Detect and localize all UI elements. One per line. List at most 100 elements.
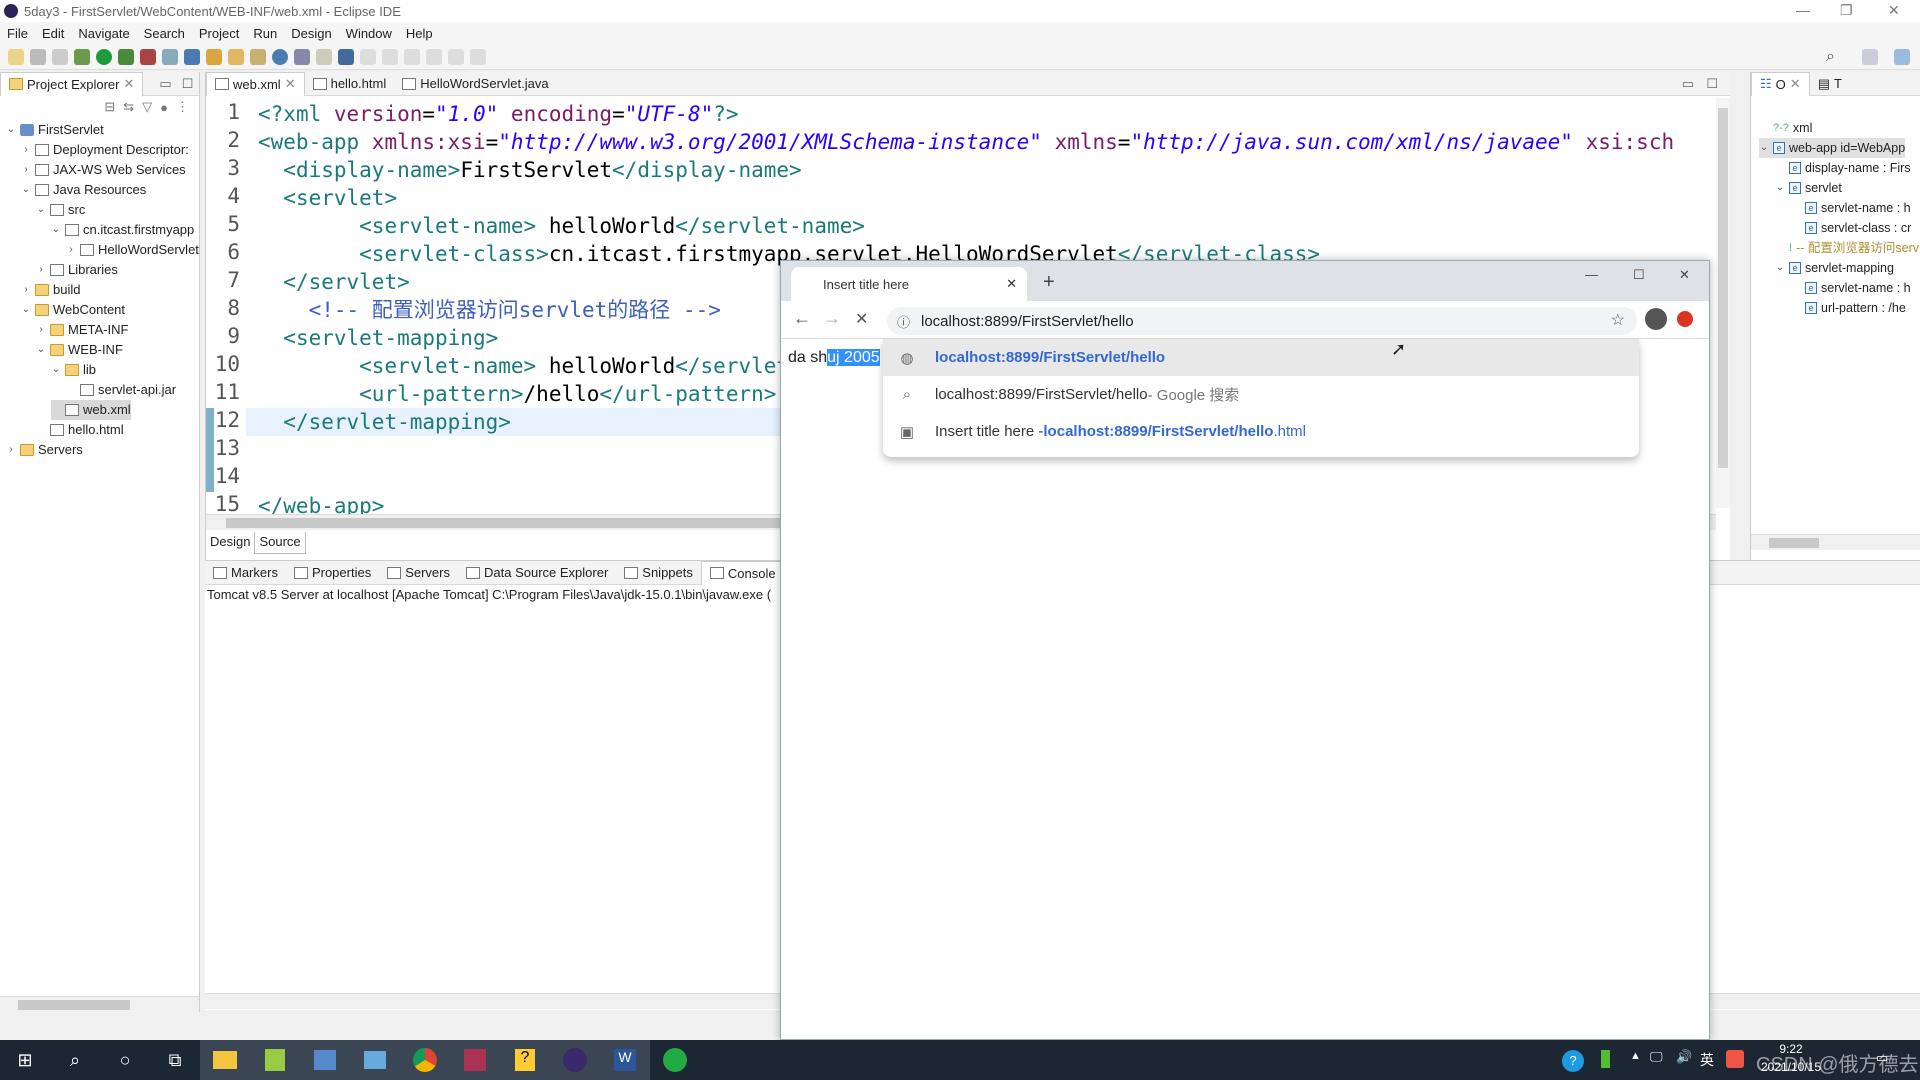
code-line[interactable]: <display-name>FirstServlet</display-name…	[258, 156, 801, 184]
link-editor-icon[interactable]: ⇆	[123, 99, 134, 115]
suggestion-item[interactable]: ▣ Insert title here - localhost:8899/Fir…	[883, 413, 1639, 450]
menu-edit[interactable]: Edit	[35, 26, 71, 41]
menu-file[interactable]: File	[0, 26, 35, 41]
notifications-icon[interactable]: ▭	[1876, 1050, 1888, 1066]
tab-data-source-explorer[interactable]: Data Source Explorer	[458, 561, 616, 585]
chevron-right-icon[interactable]: ›	[36, 320, 46, 340]
forward-button[interactable]: →	[823, 308, 841, 329]
file-explorer-icon[interactable]	[200, 1040, 250, 1080]
tree-item[interactable]: › HelloWordServlet	[66, 240, 199, 260]
chevron-right-icon[interactable]: ›	[21, 140, 31, 160]
new-java-icon[interactable]	[184, 48, 200, 65]
chevron-right-icon[interactable]: ›	[66, 240, 76, 260]
close-tab-icon[interactable]: ✕	[285, 76, 296, 92]
chrome-icon[interactable]	[400, 1040, 450, 1080]
outline-item[interactable]: ?-? xml	[1759, 118, 1812, 138]
chevron-right-icon[interactable]: ›	[36, 260, 46, 280]
tree-item[interactable]: ⌄ Java Resources	[21, 180, 146, 200]
stop-button[interactable]: ✕	[855, 309, 868, 329]
tree-item[interactable]: › Libraries	[36, 260, 118, 280]
browser-minimize-button[interactable]: —	[1585, 267, 1598, 282]
help-tray-icon[interactable]: ?	[1562, 1050, 1584, 1072]
save-all-icon[interactable]	[52, 48, 68, 65]
browser-icon[interactable]	[272, 48, 288, 65]
maximize-icon[interactable]: ☐	[182, 76, 194, 92]
bookmark-star-icon[interactable]: ☆	[1611, 310, 1625, 330]
minimize-button[interactable]: —	[1796, 2, 1810, 18]
jee-perspective-icon[interactable]	[1894, 49, 1910, 65]
edit-icon[interactable]	[250, 48, 266, 65]
address-input[interactable]: localhost:8899/FirstServlet/hello	[921, 313, 1134, 330]
close-icon[interactable]: ✕	[123, 76, 134, 92]
browser-tab[interactable]: Insert title here ✕	[791, 267, 1027, 301]
tab-console[interactable]: Console	[700, 560, 785, 585]
new-tab-button[interactable]: +	[1043, 271, 1055, 294]
tree-item[interactable]: ⌄ WEB-INF	[36, 340, 123, 360]
task-view-icon[interactable]: ⧉	[150, 1040, 200, 1080]
code-line[interactable]: </servlet-mapping>	[258, 408, 511, 436]
start-button[interactable]: ⊞	[0, 1040, 50, 1080]
word-icon[interactable]: W	[600, 1040, 650, 1080]
tab-servers[interactable]: Servers	[379, 561, 458, 585]
tab-hello-html[interactable]: hello.html	[305, 72, 395, 96]
browser-maximize-button[interactable]: ☐	[1633, 267, 1645, 283]
tab-outline[interactable]: ☷ O ✕	[1751, 71, 1810, 96]
tree-item[interactable]: ⌄ lib	[51, 360, 96, 380]
search-icon[interactable]: ⌕	[1826, 48, 1835, 66]
open-perspective-icon[interactable]	[1862, 49, 1878, 65]
resume-icon[interactable]	[360, 48, 376, 65]
code-line[interactable]: <servlet-name> helloWorld</servlet-name>	[258, 352, 865, 380]
outline-item[interactable]: ! -- 配置浏览器访问serv	[1775, 238, 1919, 258]
tree-item[interactable]: ⌄ WebContent	[21, 300, 125, 320]
tree-item[interactable]: › META-INF	[36, 320, 128, 340]
tab-markers[interactable]: Markers	[205, 561, 286, 585]
step-icon[interactable]	[426, 48, 442, 65]
help-icon[interactable]: ?	[500, 1040, 550, 1080]
chevron-down-icon[interactable]: ⌄	[21, 180, 31, 200]
tree-item[interactable]: hello.html	[36, 420, 124, 440]
open-folder-icon[interactable]	[228, 48, 244, 65]
minimize-icon[interactable]: ▭	[159, 76, 171, 92]
tree-item[interactable]: › Deployment Descriptor:	[21, 140, 189, 160]
menu-design[interactable]: Design	[284, 26, 338, 41]
stop-server-icon[interactable]	[140, 48, 156, 65]
back-button[interactable]: ←	[793, 308, 811, 329]
collapse-all-icon[interactable]: ⊟	[104, 99, 115, 115]
outline-horizontal-scrollbar[interactable]	[1751, 534, 1920, 550]
menu-project[interactable]: Project	[192, 26, 246, 41]
editor-vertical-scrollbar[interactable]	[1716, 98, 1730, 508]
browser-close-button[interactable]: ✕	[1679, 267, 1690, 283]
notepad-icon[interactable]	[250, 1040, 300, 1080]
info-icon[interactable]: ⓘ	[897, 312, 910, 331]
code-line[interactable]: <!-- 配置浏览器访问servlet的路径 -->	[258, 296, 721, 324]
tab-properties[interactable]: Properties	[286, 561, 379, 585]
chevron-down-icon[interactable]: ⌄	[36, 200, 46, 220]
tree-item[interactable]: servlet-api.jar	[66, 380, 176, 400]
tree-item[interactable]: › build	[21, 280, 80, 300]
suspend-icon[interactable]	[382, 48, 398, 65]
save-icon[interactable]	[30, 48, 46, 65]
new-icon[interactable]	[8, 48, 24, 65]
chevron-right-icon[interactable]: ›	[21, 160, 31, 180]
chevron-down-icon[interactable]: ⌄	[1775, 178, 1785, 198]
code-line[interactable]: </servlet>	[258, 268, 409, 296]
outline-item[interactable]: ⌄ e web-app id=WebApp	[1759, 138, 1906, 158]
suggestion-item[interactable]: ⌕ localhost:8899/FirstServlet/hello - Go…	[883, 376, 1639, 413]
code-line[interactable]: <web-app xmlns:xsi="http://www.w3.org/20…	[258, 128, 1674, 156]
code-line[interactable]: <servlet-name> helloWorld</servlet-name>	[258, 212, 865, 240]
volume-icon[interactable]: 🔊	[1676, 1049, 1692, 1065]
tab-web-xml[interactable]: web.xml ✕	[206, 71, 305, 96]
close-tab-icon[interactable]: ✕	[1006, 276, 1017, 292]
address-bar[interactable]: ⓘ localhost:8899/FirstServlet/hello ☆	[887, 307, 1637, 335]
focus-icon[interactable]: ●	[160, 100, 168, 115]
code-line[interactable]: <servlet-mapping>	[258, 324, 498, 352]
tab-source[interactable]: Source	[254, 532, 306, 554]
terminate-icon[interactable]	[404, 48, 420, 65]
outline-item[interactable]: ⌄ e servlet-mapping	[1775, 258, 1894, 278]
chevron-down-icon[interactable]: ⌄	[36, 340, 46, 360]
tree-item[interactable]: ⌄ cn.itcast.firstmyapp	[51, 220, 194, 240]
debug-icon[interactable]	[74, 48, 90, 65]
network-icon[interactable]: 🖵	[1650, 1049, 1663, 1065]
scrollbar-thumb[interactable]	[1769, 538, 1819, 548]
close-button[interactable]: ✕	[1888, 2, 1900, 19]
